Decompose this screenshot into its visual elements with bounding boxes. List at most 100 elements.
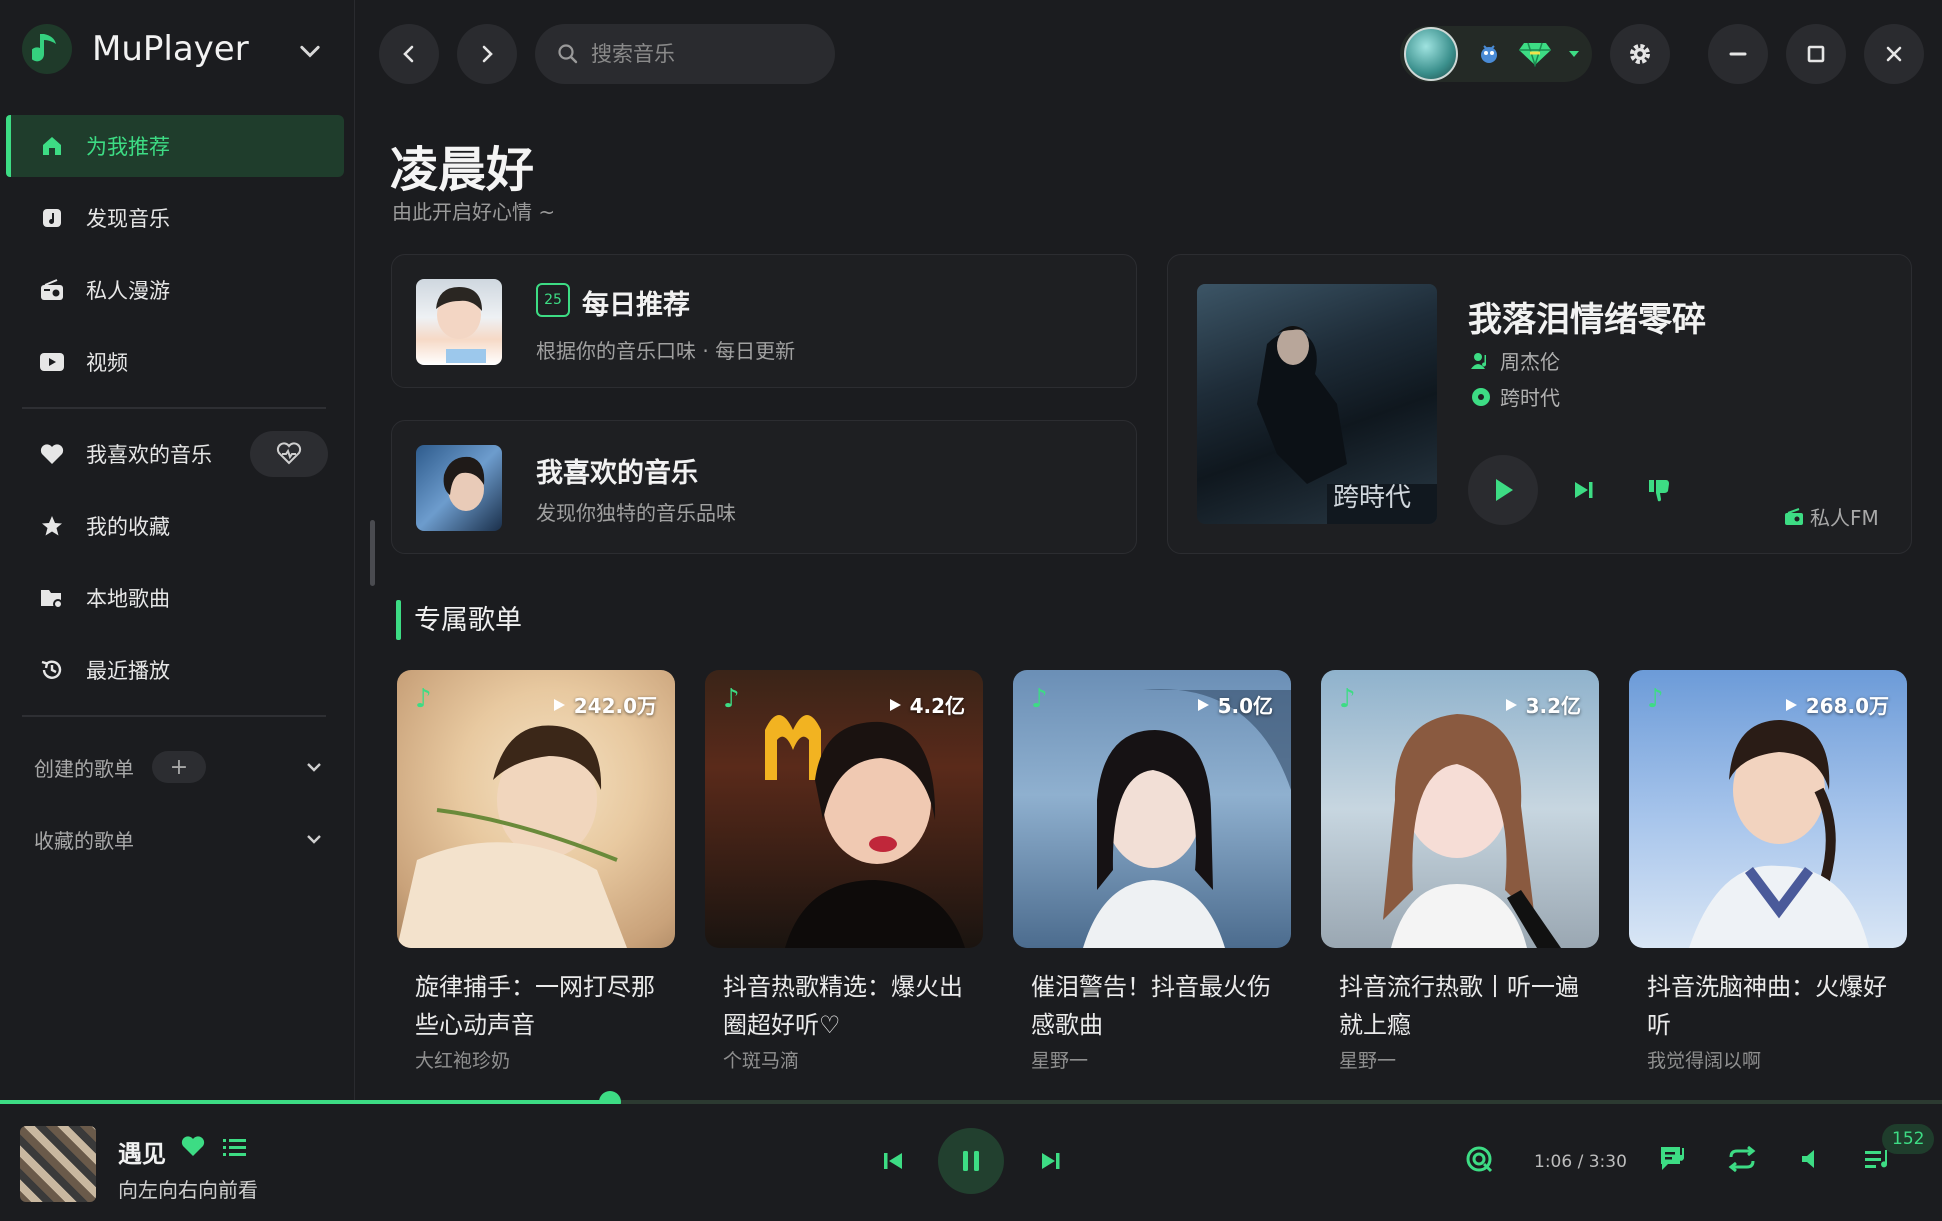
previous-button[interactable] (876, 1144, 910, 1178)
sidebar-item-recent[interactable]: 最近播放 (6, 639, 344, 701)
play-count: 3.2亿 (1504, 690, 1581, 719)
previous-icon (884, 1153, 902, 1169)
fm-album[interactable]: 跨时代 (1470, 382, 1560, 411)
user-menu[interactable] (1400, 26, 1592, 82)
playlist-author[interactable]: 星野一 (1013, 1046, 1291, 1073)
sidebar-item-label: 最近播放 (86, 659, 170, 683)
playlist-author[interactable]: 大红袍珍奶 (397, 1046, 675, 1073)
settings-button[interactable] (1610, 24, 1670, 84)
playlist-card[interactable]: ♪ 4.2亿 抖音热歌精选：爆火出圈超好听♡ 个斑马滴 (705, 670, 983, 1073)
minimize-button[interactable] (1708, 24, 1768, 84)
play-count-value: 4.2亿 (909, 694, 965, 718)
sidebar-item-label: 为我推荐 (86, 135, 170, 159)
fm-album-name: 跨时代 (1500, 386, 1560, 410)
section-title: 专属歌单 (396, 598, 522, 640)
repeat-mode-button[interactable] (1724, 1142, 1760, 1176)
sidebar-item-local[interactable]: 本地歌曲 (6, 567, 344, 629)
lyrics-button[interactable] (1656, 1142, 1692, 1176)
playlist-card[interactable]: ♪ 242.0万 旋律捕手：一网打尽那些心动声音 大红袍珍奶 (397, 670, 675, 1073)
playlist-title[interactable]: 抖音流行热歌丨听一遍就上瘾 (1321, 968, 1599, 1044)
heartbeat-icon (276, 442, 302, 465)
playlist-card[interactable]: ♪ 268.0万 抖音洗脑神曲：火爆好听 我觉得阔以啊 (1629, 670, 1907, 1073)
heart-icon[interactable] (180, 1134, 206, 1158)
sidebar-item-discover[interactable]: 发现音乐 (6, 187, 344, 249)
caret-down-icon (1569, 51, 1579, 57)
playlist-author[interactable]: 我觉得阔以啊 (1629, 1046, 1907, 1073)
volume-button[interactable] (1794, 1142, 1828, 1176)
fm-artist[interactable]: 周杰伦 (1470, 346, 1560, 375)
back-button[interactable] (379, 24, 439, 84)
home-icon (38, 132, 66, 160)
brand[interactable]: MuPlayer (22, 24, 249, 74)
sidebar-item-label: 我的收藏 (86, 515, 170, 539)
star-icon (38, 512, 66, 540)
search-input[interactable] (591, 42, 821, 66)
app-logo-icon (22, 24, 72, 74)
local-music-icon (38, 584, 66, 612)
playlist-author[interactable]: 个斑马滴 (705, 1046, 983, 1073)
play-count: 268.0万 (1784, 690, 1889, 719)
sidebar-item-liked[interactable]: 我喜欢的音乐 (6, 423, 344, 485)
now-playing-title[interactable]: 遇见 (118, 1134, 166, 1169)
queue-count-badge: 152 (1882, 1124, 1935, 1154)
playlist-cover: ♪ 4.2亿 (705, 670, 983, 948)
chevron-down-icon[interactable] (296, 38, 324, 66)
sidebar-item-video[interactable]: 视频 (6, 331, 344, 393)
fm-dislike-button[interactable] (1642, 474, 1676, 506)
personal-fm-label[interactable]: 私人FM (1784, 502, 1879, 531)
app-name: MuPlayer (92, 29, 249, 69)
search-box[interactable] (535, 24, 835, 84)
playlist-title[interactable]: 旋律捕手：一网打尽那些心动声音 (397, 968, 675, 1044)
sound-effect-button[interactable] (1462, 1142, 1496, 1176)
sidebar: MuPlayer 为我推荐 发现音乐 私人漫游 视频 我喜欢的音乐 我的收藏 本… (0, 0, 355, 1100)
forward-button[interactable] (457, 24, 517, 84)
sidebar-item-label: 发现音乐 (86, 207, 170, 231)
playlist-title[interactable]: 抖音热歌精选：爆火出圈超好听♡ (705, 968, 983, 1044)
music-note-icon: ♪ (723, 684, 740, 714)
playlist-add-icon[interactable] (222, 1136, 248, 1158)
close-button[interactable] (1864, 24, 1924, 84)
sidebar-item-roam[interactable]: 私人漫游 (6, 259, 344, 321)
group-label: 收藏的歌单 (34, 828, 134, 853)
fm-next-button[interactable] (1568, 474, 1600, 506)
play-icon (1785, 698, 1797, 711)
sidebar-item-collection[interactable]: 我的收藏 (6, 495, 344, 557)
next-button[interactable] (1034, 1144, 1068, 1178)
music-note-icon: ♪ (415, 684, 432, 714)
search-icon (558, 44, 578, 64)
play-count: 5.0亿 (1196, 690, 1273, 719)
play-count-value: 5.0亿 (1217, 694, 1273, 718)
avatar[interactable] (1404, 27, 1458, 81)
playlist-card[interactable]: ♪ 3.2亿 抖音流行热歌丨听一遍就上瘾 星野一 (1321, 670, 1599, 1073)
daily-recommend-title: 每日推荐 (582, 290, 690, 321)
play-icon (1197, 698, 1209, 711)
sidebar-scrollbar[interactable] (370, 520, 375, 586)
now-playing-cover[interactable] (20, 1126, 96, 1202)
play-icon (889, 698, 901, 711)
maximize-button[interactable] (1786, 24, 1846, 84)
now-playing-artist[interactable]: 向左向右向前看 (118, 1174, 258, 1203)
fm-play-button[interactable] (1468, 455, 1538, 525)
sidebar-item-label: 我喜欢的音乐 (86, 443, 212, 467)
playlist-title[interactable]: 催泪警告！抖音最火伤感歌曲 (1013, 968, 1291, 1044)
lyrics-icon (1661, 1147, 1684, 1170)
play-count: 4.2亿 (888, 690, 965, 719)
sidebar-item-recommend[interactable]: 为我推荐 (6, 115, 344, 177)
favorite-music-card[interactable]: 我喜欢的音乐 发现你独特的音乐品味 (391, 420, 1137, 554)
created-playlists-group[interactable]: 创建的歌单 + (6, 731, 344, 803)
playlist-title[interactable]: 抖音洗脑神曲：火爆好听 (1629, 968, 1907, 1044)
chevron-down-icon[interactable] (302, 827, 326, 851)
app-window: MuPlayer 为我推荐 发现音乐 私人漫游 视频 我喜欢的音乐 我的收藏 本… (0, 0, 1942, 1221)
sidebar-nav: 为我推荐 发现音乐 私人漫游 视频 我喜欢的音乐 我的收藏 本地歌曲 最近播放 … (6, 115, 344, 875)
daily-recommend-cover (416, 279, 502, 365)
chevron-down-icon[interactable] (302, 755, 326, 779)
chevron-right-icon (482, 45, 493, 63)
collected-playlists-group[interactable]: 收藏的歌单 (6, 803, 344, 875)
playlist-card[interactable]: ♪ 5.0亿 催泪警告！抖音最火伤感歌曲 星野一 (1013, 670, 1291, 1073)
create-playlist-button[interactable]: + (152, 751, 206, 783)
heartbeat-mode-button[interactable] (250, 431, 328, 477)
daily-recommend-card[interactable]: 25 每日推荐 根据你的音乐口味 · 每日更新 (391, 254, 1137, 388)
pause-button[interactable] (938, 1128, 1004, 1194)
playlist-author[interactable]: 星野一 (1321, 1046, 1599, 1073)
maximize-icon (1807, 45, 1825, 63)
